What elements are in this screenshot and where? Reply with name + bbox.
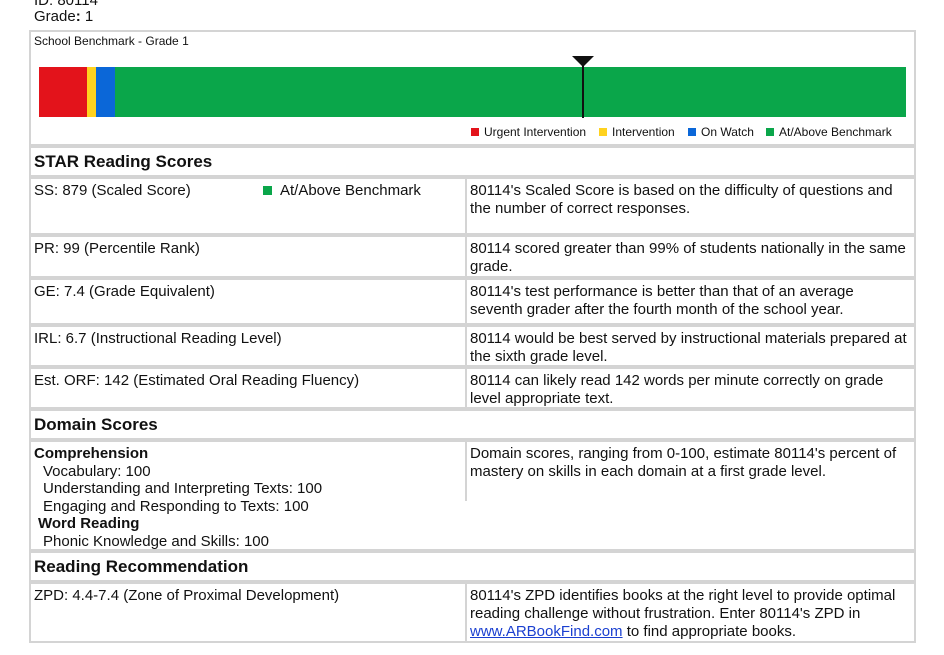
score-ss: SS: 879 (Scaled Score)	[34, 182, 191, 199]
status-swatch	[263, 186, 272, 195]
column-divider	[465, 584, 467, 641]
column-divider	[465, 280, 467, 323]
star-scores-heading: STAR Reading Scores	[29, 146, 916, 177]
domain-vocabulary: Vocabulary: 100	[43, 462, 151, 480]
status-label: At/Above Benchmark	[280, 182, 421, 199]
legend-label: Intervention	[612, 125, 675, 139]
recommendation-heading: Reading Recommendation	[29, 551, 916, 582]
legend-label: Urgent Intervention	[484, 125, 587, 139]
bar-intervention	[87, 67, 96, 117]
score-row-ss: SS: 879 (Scaled Score) At/Above Benchmar…	[29, 177, 916, 235]
legend-swatch	[599, 128, 607, 136]
zpd-description: 80114's ZPD identifies books at the righ…	[470, 587, 910, 641]
domain-scores-list: Comprehension Vocabulary: 100 Understand…	[34, 445, 322, 550]
legend-at-above: At/Above Benchmark	[766, 125, 892, 139]
legend-on-watch: On Watch	[688, 125, 754, 139]
grade-label: Grade	[34, 8, 76, 25]
score-irl-description: 80114 would be best served by instructio…	[470, 330, 907, 365]
bar-urgent-intervention	[39, 67, 87, 117]
score-row-irl: IRL: 6.7 (Instructional Reading Level) 8…	[29, 325, 916, 367]
domain-phonic: Phonic Knowledge and Skills: 100	[43, 532, 269, 550]
arbookfind-link[interactable]: www.ARBookFind.com	[470, 623, 623, 640]
legend-urgent: Urgent Intervention	[471, 125, 586, 139]
domain-understanding: Understanding and Interpreting Texts: 10…	[43, 480, 323, 497]
score-row-orf: Est. ORF: 142 (Estimated Oral Reading Fl…	[29, 367, 916, 409]
bar-on-watch	[96, 67, 115, 117]
zpd-description-text: 80114's ZPD identifies books at the righ…	[470, 587, 896, 622]
legend-intervention: Intervention	[599, 125, 675, 139]
column-divider	[465, 179, 467, 233]
column-divider	[465, 237, 467, 276]
legend-swatch	[766, 128, 774, 136]
score-orf-description: 80114 can likely read 142 words per minu…	[470, 372, 884, 407]
domain-scores-row: Comprehension Vocabulary: 100 Understand…	[29, 440, 916, 551]
score-marker-line	[582, 64, 584, 118]
score-ss-description: 80114's Scaled Score is based on the dif…	[470, 182, 893, 217]
grade-value: 1	[84, 8, 94, 25]
domain-scores-heading: Domain Scores	[29, 409, 916, 440]
domain-comprehension-label: Comprehension	[34, 445, 149, 462]
score-ge-description: 80114's test performance is better than …	[470, 283, 854, 318]
column-divider	[465, 442, 467, 501]
score-irl: IRL: 6.7 (Instructional Reading Level)	[34, 330, 282, 347]
column-divider	[465, 369, 467, 407]
score-pr-description: 80114 scored greater than 99% of student…	[470, 240, 906, 275]
column-divider	[465, 327, 467, 365]
legend-swatch	[471, 128, 479, 136]
benchmark-title: School Benchmark - Grade 1	[34, 34, 189, 48]
status-badge: At/Above Benchmark	[263, 182, 421, 199]
zpd-description-tail: to find appropriate books.	[626, 623, 797, 640]
legend-label: At/Above Benchmark	[779, 125, 892, 139]
domain-engaging: Engaging and Responding to Texts: 100	[43, 497, 309, 515]
legend-swatch	[688, 128, 696, 136]
score-orf: Est. ORF: 142 (Estimated Oral Reading Fl…	[34, 372, 360, 389]
recommendation-row: ZPD: 4.4-7.4 (Zone of Proximal Developme…	[29, 582, 916, 643]
bar-at-above-benchmark	[115, 67, 906, 117]
student-grade: Grade: 1	[34, 8, 94, 25]
domain-description: Domain scores, ranging from 0-100, estim…	[470, 445, 897, 480]
domain-word-reading-label: Word Reading	[38, 515, 140, 532]
score-ge: GE: 7.4 (Grade Equivalent)	[34, 283, 215, 300]
zpd-range: ZPD: 4.4-7.4 (Zone of Proximal Developme…	[34, 587, 340, 604]
score-pr: PR: 99 (Percentile Rank)	[34, 240, 200, 257]
legend-label: On Watch	[701, 125, 754, 139]
score-row-ge: GE: 7.4 (Grade Equivalent) 80114's test …	[29, 278, 916, 325]
score-row-pr: PR: 99 (Percentile Rank) 80114 scored gr…	[29, 235, 916, 278]
